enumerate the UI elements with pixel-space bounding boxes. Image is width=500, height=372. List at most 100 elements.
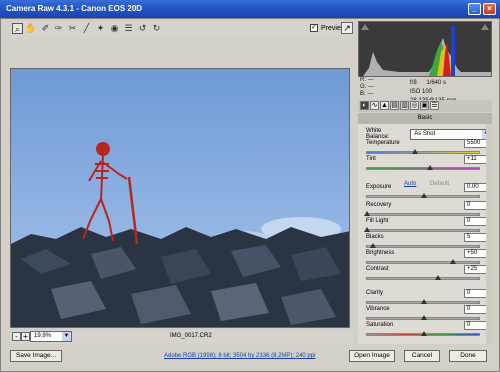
slider-value-field[interactable]: +25 [464,265,488,274]
slider-thumb[interactable] [369,243,376,248]
slider-track[interactable] [366,149,480,154]
slider-label: Contrast [366,266,389,272]
slider-thumb[interactable] [421,331,427,336]
white-balance-label: White Balance: [366,128,390,140]
split-toning-tab-icon[interactable]: ▥ [400,101,409,110]
photo [11,69,349,327]
slider-track[interactable] [366,193,480,198]
bottom-bar: Save Image... Adobe RGB (1998); 8 bit; 3… [0,346,500,372]
slider-track[interactable] [366,259,480,264]
preview-checkbox-box[interactable]: ✓ [310,24,318,32]
preferences-icon[interactable]: ☰ [123,23,134,34]
slider-value-field[interactable]: 0 [464,217,488,226]
title-bar: Camera Raw 4.3.1 - Canon EOS 20D _ × [0,0,500,18]
slider-thumb[interactable] [421,315,427,320]
close-icon[interactable]: × [483,3,496,15]
shutter-speed: 1/640 s [426,80,447,86]
window-title: Camera Raw 4.3.1 - Canon EOS 20D [6,4,143,13]
cancel-button[interactable]: Cancel [404,350,440,362]
color-sampler-icon[interactable]: ✑ [53,23,64,34]
slider-thumb[interactable] [426,165,433,170]
file-name: IMG_0017.CR2 [170,333,212,339]
slider-value-field[interactable]: +11 [464,155,488,164]
histogram [358,21,492,77]
slider-exposure[interactable]: Exposure 0.00 [366,183,488,202]
slider-track[interactable] [366,275,480,280]
slider-thumb[interactable] [449,259,456,264]
zoom-level-select[interactable]: 19.9% ▼ [30,331,72,342]
save-image-button[interactable]: Save Image... [10,350,62,362]
slider-label: Blacks [366,234,384,240]
basic-panel: White Balance: As Shot ▼ Auto Default Te… [358,124,492,344]
rotate-right-icon[interactable]: ↻ [151,23,162,34]
slider-label: Vibrance [366,306,390,312]
slider-thumb[interactable] [434,275,441,280]
zoom-level: 19.9% [34,333,52,339]
slider-thumb[interactable] [411,149,418,154]
camera-calibration-tab-icon[interactable]: ▣ [420,101,429,110]
white-balance-value: As Shot [414,130,436,137]
retouch-icon[interactable]: ✦ [95,23,106,34]
slider-track[interactable] [364,227,480,232]
slider-thumb[interactable] [421,193,427,198]
zoom-icon[interactable]: ⌕ [12,23,23,34]
readout-panel: R: --- G: --- B: --- f/8 1/640 s ISO 100… [360,77,492,104]
crop-icon[interactable]: ✂ [67,23,78,34]
slider-tint[interactable]: Tint +11 [366,155,488,174]
lens-tab-icon[interactable]: ◎ [410,101,419,110]
straighten-icon[interactable]: ╱ [81,23,92,34]
image-preview[interactable] [10,68,350,328]
detail-tab-icon[interactable]: ▲ [380,101,389,110]
slider-thumb[interactable] [364,227,370,232]
slider-track[interactable] [366,165,480,170]
minimize-icon[interactable]: _ [468,3,481,15]
slider-label: Fill Light [366,218,389,224]
hand-icon[interactable]: ✋ [25,23,36,34]
slider-label: Recovery [366,202,392,208]
slider-value-field[interactable]: 0.00 [464,183,488,192]
b-readout: B: --- [360,91,374,97]
fullscreen-icon[interactable]: ↗ [341,22,353,34]
zoom-out-button[interactable]: - [12,332,21,341]
done-button[interactable]: Done [449,350,487,362]
slider-track[interactable] [364,211,480,216]
slider-saturation[interactable]: Saturation 0 [366,321,488,340]
preview-footer: - + 19.9% ▼ IMG_0017.CR2 [10,330,354,344]
slider-value-field[interactable]: +50 [464,249,488,258]
highlight-clipping-icon[interactable] [481,24,489,30]
slider-track[interactable] [366,331,480,336]
aperture: f/8 [410,80,417,86]
basic-tab-icon[interactable]: ◐ [360,101,369,110]
red-eye-icon[interactable]: ◉ [109,23,120,34]
slider-track[interactable] [366,315,480,320]
slider-label: Clarity [366,290,384,296]
slider-label: Brightness [366,250,395,256]
presets-tab-icon[interactable]: ☰ [430,101,439,110]
white-balance-icon[interactable]: ✐ [40,23,51,34]
slider-value-field[interactable]: 0 [464,289,488,298]
tone-curve-tab-icon[interactable]: ∿ [370,101,379,110]
slider-value-field[interactable]: 5 [464,233,488,242]
shadow-clipping-icon[interactable] [361,24,369,30]
slider-track[interactable] [366,243,480,248]
workflow-options-link[interactable]: Adobe RGB (1998); 8 bit; 3504 by 2336 (8… [164,353,315,359]
toolbar: ⌕ ✋ ✐ ✑ ✂ ╱ ✦ ◉ ☰ ↺ ↻ ✓ Preview ↗ [10,21,354,38]
slider-label: Saturation [366,322,394,328]
chevron-down-icon[interactable]: ▼ [62,332,71,341]
slider-label: Temperature [366,140,400,146]
hsl-tab-icon[interactable]: ▤ [390,101,399,110]
white-balance-select[interactable]: As Shot ▼ [410,128,492,140]
slider-value-field[interactable]: 0 [464,305,488,314]
slider-thumb[interactable] [364,211,370,216]
r-readout: R: --- [360,77,374,83]
open-image-button[interactable]: Open Image [349,350,395,362]
slider-thumb[interactable] [421,299,427,304]
slider-contrast[interactable]: Contrast +25 [366,265,488,284]
slider-value-field[interactable]: 0 [464,201,488,210]
slider-track[interactable] [366,299,480,304]
rotate-left-icon[interactable]: ↺ [137,23,148,34]
zoom-in-button[interactable]: + [21,332,30,341]
slider-value-field[interactable]: 0 [464,321,488,330]
panel-scrollbar[interactable] [486,124,492,344]
slider-value-field[interactable]: 5500 [464,139,488,148]
